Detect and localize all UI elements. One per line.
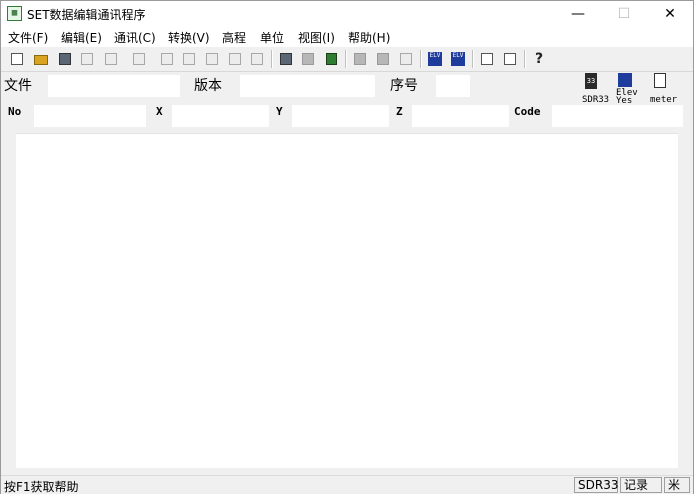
new-file-icon[interactable] (9, 51, 25, 67)
record-1-icon[interactable] (352, 51, 368, 67)
paste-icon[interactable] (204, 51, 220, 67)
seq-label: 序号 (390, 78, 418, 94)
toolbar-separator (345, 50, 347, 68)
print-preview-icon[interactable] (131, 51, 147, 67)
code-field[interactable] (552, 105, 683, 127)
clipboard-icon[interactable] (249, 51, 265, 67)
status-bar: 按F1获取帮助 SDR33 记录 米 (1, 475, 693, 494)
about-icon[interactable]: ? (531, 51, 547, 67)
toolbar-separator (472, 50, 474, 68)
elevation-y-icon[interactable]: ELV (450, 51, 466, 67)
status-device: SDR33 (574, 477, 618, 493)
version-field[interactable] (240, 75, 375, 97)
device-label: SDR33 (582, 95, 610, 105)
open-folder-icon[interactable] (33, 51, 49, 67)
calculator-icon[interactable] (479, 51, 495, 67)
file-label: 文件 (4, 78, 32, 94)
menu-file[interactable]: 文件(F) (8, 29, 48, 46)
status-hint: 按F1获取帮助 (4, 480, 79, 494)
paste-2-icon[interactable] (227, 51, 243, 67)
copy-icon[interactable] (181, 51, 197, 67)
toolbar-separator (271, 50, 273, 68)
menu-edit[interactable]: 编辑(E) (61, 29, 102, 46)
menu-unit[interactable]: 单位 (260, 29, 284, 46)
data-list-area[interactable] (16, 133, 678, 468)
code-label: Code (514, 105, 541, 118)
elevation-n-icon[interactable]: ELV (427, 51, 443, 67)
close-button[interactable]: ✕ (647, 1, 693, 28)
y-label: Y (276, 105, 283, 118)
record-3-icon[interactable] (398, 51, 414, 67)
toolbar-separator (420, 50, 422, 68)
menu-help[interactable]: 帮助(H) (348, 29, 390, 46)
toolbar: ELV ELV ? (1, 47, 693, 72)
status-record: 记录 (620, 477, 662, 493)
menu-view[interactable]: 视图(I) (298, 29, 335, 46)
status-unit: 米 (664, 477, 690, 493)
window-title: SET数据编辑通讯程序 (27, 8, 146, 22)
save-as-icon[interactable] (79, 51, 95, 67)
calculator-2-icon[interactable] (502, 51, 518, 67)
unit-calculator-icon (652, 73, 668, 89)
seq-field[interactable] (436, 75, 470, 97)
minimize-button[interactable]: — (555, 1, 601, 28)
file-field[interactable] (48, 75, 180, 97)
z-label: Z (396, 105, 403, 118)
device-icon: 33 (583, 73, 599, 89)
app-window: ▦ SET数据编辑通讯程序 — ☐ ✕ 文件(F) 编辑(E) 通讯(C) 转换… (0, 0, 694, 494)
maximize-button[interactable]: ☐ (601, 1, 647, 28)
elevation-status-icon (617, 73, 633, 89)
export-icon[interactable] (278, 51, 294, 67)
z-field[interactable] (412, 105, 509, 127)
save-disk-icon[interactable] (57, 51, 73, 67)
import-icon[interactable] (300, 51, 316, 67)
y-field[interactable] (292, 105, 389, 127)
cut-icon[interactable] (159, 51, 175, 67)
toolbar-separator (524, 50, 526, 68)
unit-label: meter (650, 95, 678, 105)
title-bar[interactable]: ▦ SET数据编辑通讯程序 — ☐ ✕ (1, 1, 693, 28)
menu-comm[interactable]: 通讯(C) (114, 29, 156, 46)
record-2-icon[interactable] (375, 51, 391, 67)
version-label: 版本 (194, 78, 222, 94)
menu-convert[interactable]: 转换(V) (168, 29, 210, 46)
no-field[interactable] (34, 105, 146, 127)
books-icon[interactable] (323, 51, 339, 67)
no-label: No (8, 105, 22, 118)
x-label: X (156, 105, 163, 118)
x-field[interactable] (172, 105, 269, 127)
print-icon[interactable] (103, 51, 119, 67)
menu-elevation[interactable]: 高程 (222, 29, 246, 46)
app-icon[interactable]: ▦ (7, 6, 22, 21)
menu-bar: 文件(F) 编辑(E) 通讯(C) 转换(V) 高程 单位 视图(I) 帮助(H… (1, 28, 693, 47)
